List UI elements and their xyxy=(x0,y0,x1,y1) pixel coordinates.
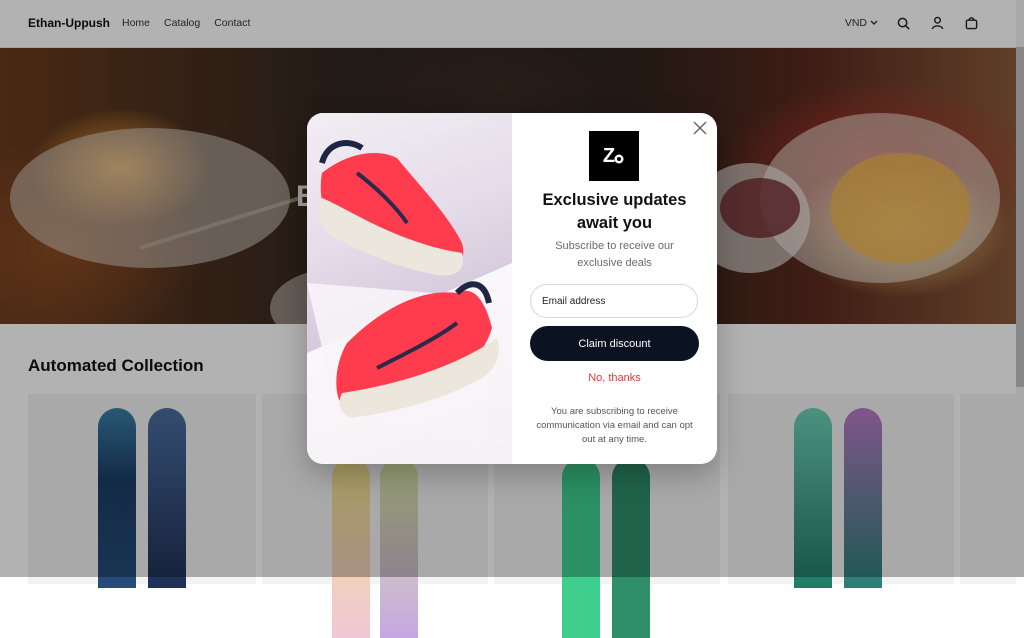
storefront-page: Ethan-Uppush Home Catalog Contact VND Au… xyxy=(0,0,1024,638)
popup-subtitle: Subscribe to receive our exclusive deals xyxy=(555,240,674,269)
popup-content: Z Exclusive updates await you Subscribe … xyxy=(512,113,717,464)
logo-mark-icon xyxy=(614,154,624,164)
popup-title: Exclusive updates await you xyxy=(542,191,687,232)
email-field[interactable] xyxy=(530,284,698,318)
close-icon[interactable] xyxy=(691,119,709,137)
claim-discount-button[interactable]: Claim discount xyxy=(530,326,699,361)
popup-disclaimer: You are subscribing to receive communica… xyxy=(536,406,693,445)
decline-link[interactable]: No, thanks xyxy=(530,372,699,384)
popup-product-image xyxy=(307,113,512,464)
brand-logo: Z xyxy=(589,131,639,181)
newsletter-popup: Z Exclusive updates await you Subscribe … xyxy=(307,113,717,464)
